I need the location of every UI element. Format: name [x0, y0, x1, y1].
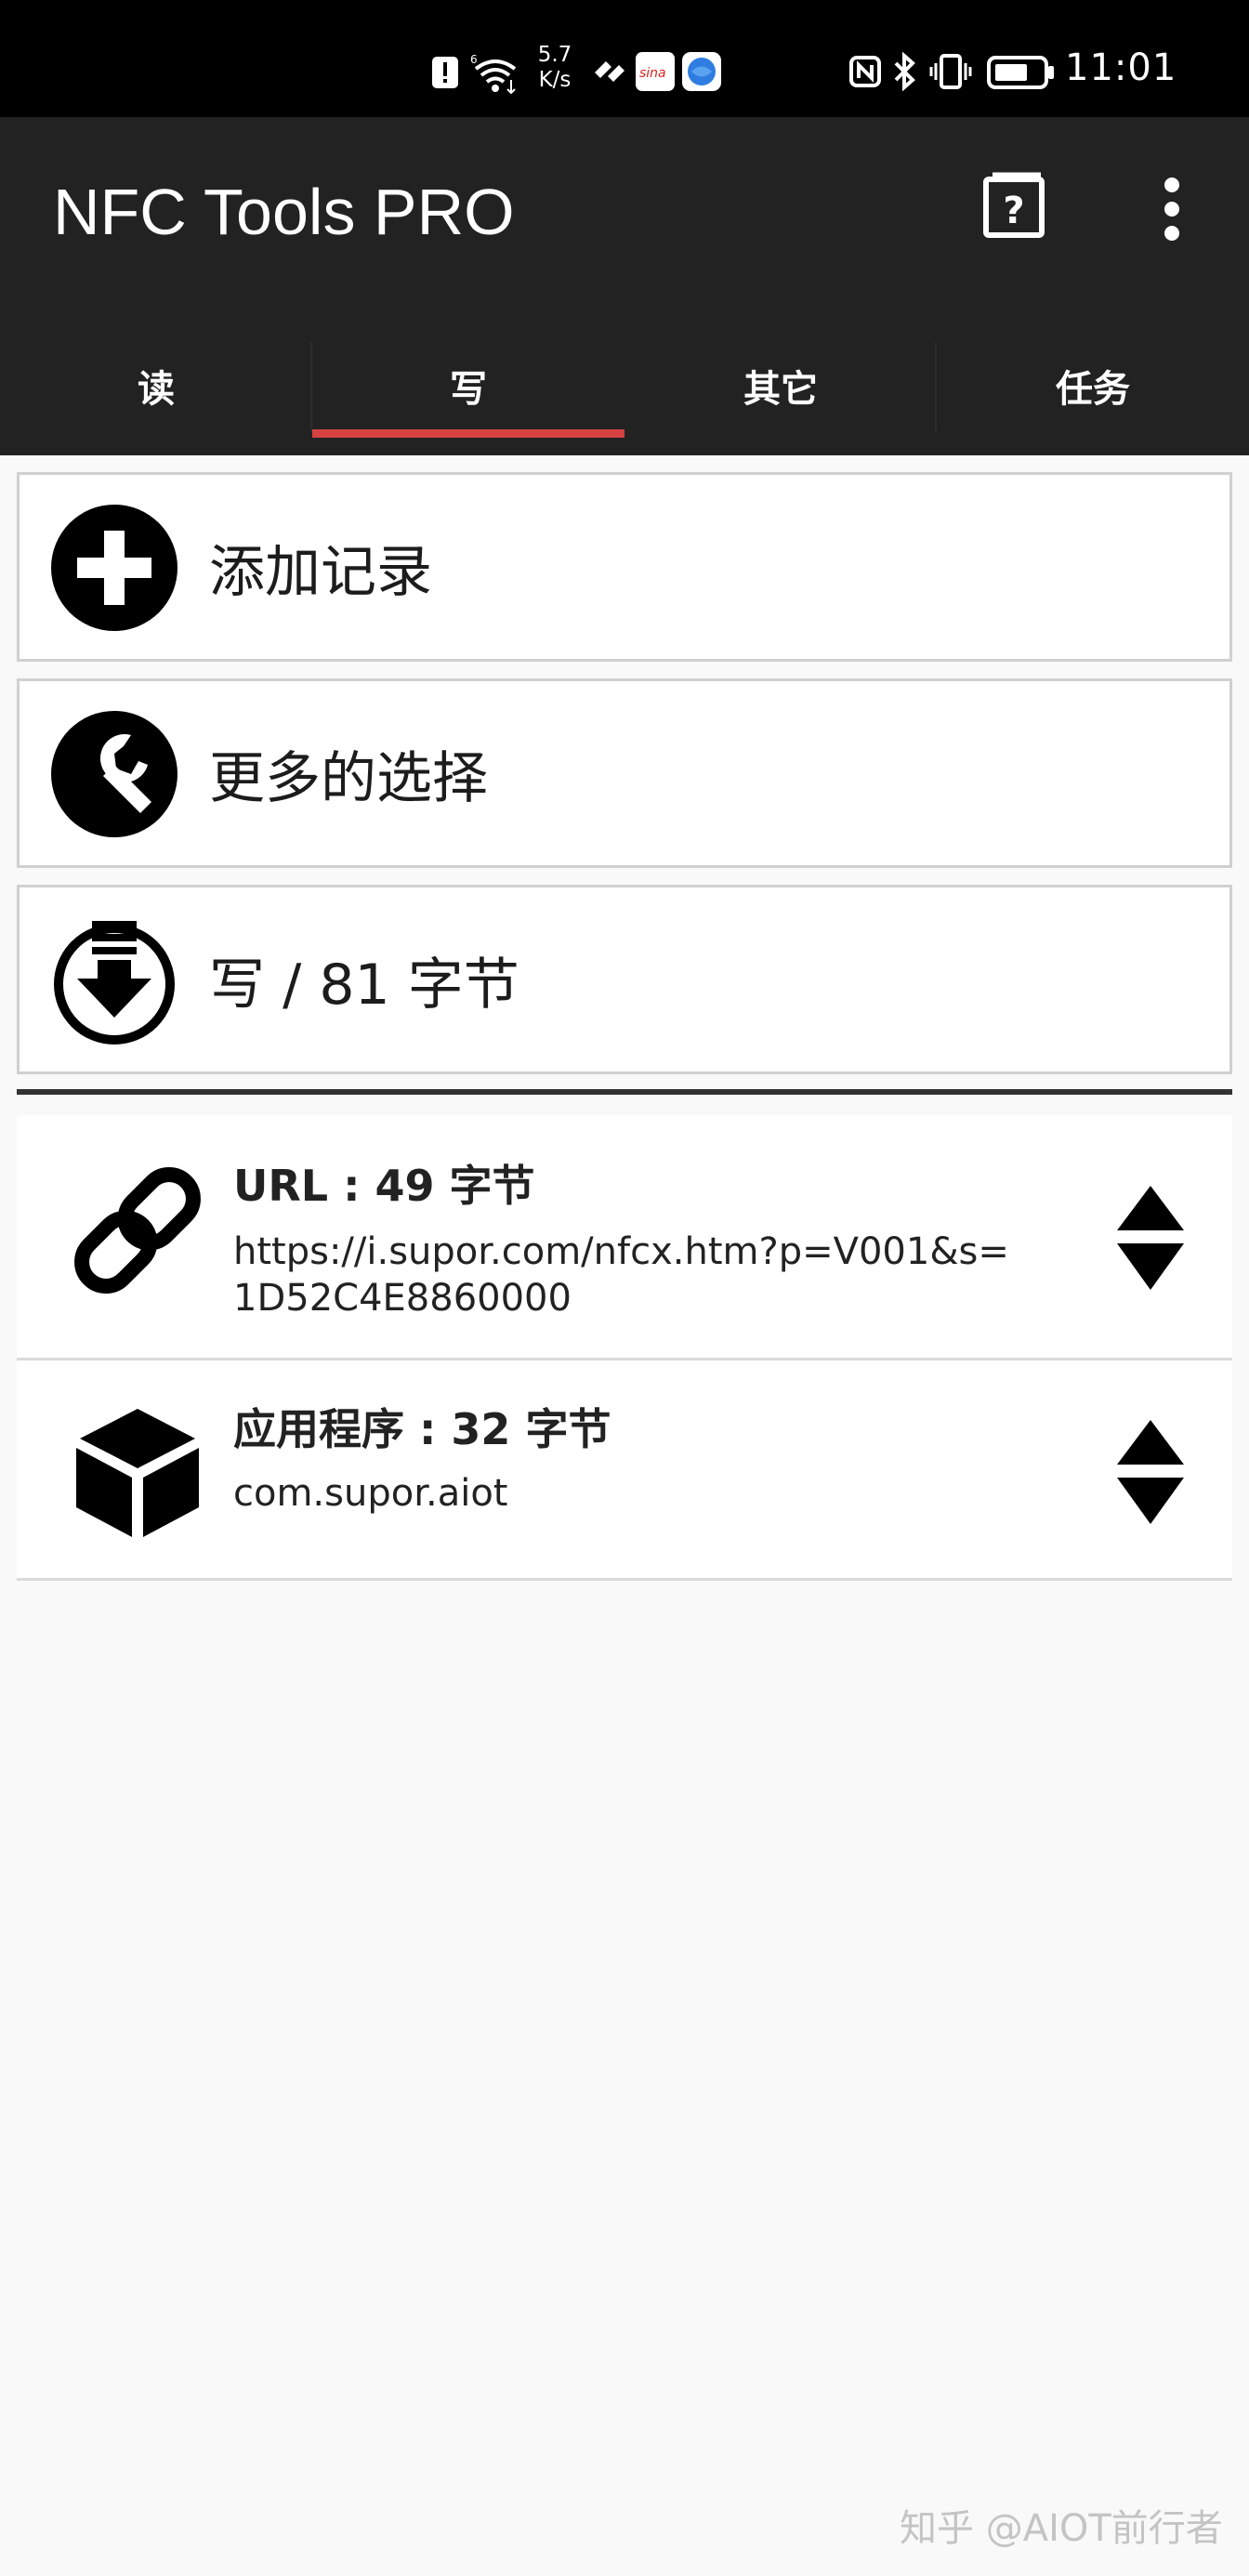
status-bar: 6 5.7 K/s sina 11:01 — [0, 0, 1249, 117]
tab-tasks[interactable]: 任务 — [937, 316, 1249, 455]
tab-label: 读 — [138, 368, 175, 411]
record-item-application[interactable]: 应用程序 : 32 字节 com.supor.aiot — [17, 1360, 1232, 1581]
svg-text:sina: sina — [639, 66, 666, 81]
add-circle-icon — [51, 505, 177, 631]
action-label: 添加记录 — [209, 539, 432, 605]
tab-read[interactable]: 读 — [0, 316, 312, 455]
action-label: 更多的选择 — [209, 745, 488, 811]
nfc-icon — [849, 56, 881, 87]
more-options-button[interactable]: 更多的选择 — [17, 678, 1232, 868]
browser-icon — [682, 52, 721, 91]
action-label: 写 / 81 字节 — [209, 952, 519, 1018]
app-bar: NFC Tools PRO ? — [0, 117, 1249, 316]
clock: 11:01 — [1065, 46, 1177, 89]
record-title: 应用程序 : 32 字节 — [233, 1404, 611, 1454]
battery-icon — [987, 56, 1054, 89]
tab-bar: 读 写 其它 任务 — [0, 316, 1249, 455]
app-title: NFC Tools PRO — [53, 176, 515, 248]
svg-text:6: 6 — [470, 53, 478, 66]
vibrate-icon — [929, 54, 972, 89]
record-value: com.supor.aiot — [233, 1472, 508, 1515]
wifi-icon: 6 — [470, 53, 517, 95]
write-button[interactable]: 写 / 81 字节 — [17, 885, 1232, 1074]
help-icon[interactable]: ? — [981, 171, 1050, 240]
record-item-url[interactable]: URL : 49 字节 https://i.supor.com/nfcx.htm… — [17, 1115, 1232, 1360]
more-vert-icon[interactable] — [1147, 177, 1197, 242]
tab-label: 其它 — [743, 368, 818, 411]
tab-active-indicator — [312, 429, 624, 438]
watermark: 知乎 @AIOT前行者 — [900, 2507, 1223, 2550]
section-divider — [17, 1089, 1232, 1095]
tab-write[interactable]: 写 — [312, 316, 624, 455]
network-speed: 5.7 K/s — [537, 43, 572, 92]
download-write-icon — [54, 921, 175, 1045]
add-record-button[interactable]: 添加记录 — [17, 472, 1232, 662]
record-title: URL : 49 字节 — [233, 1161, 535, 1211]
sina-icon: sina — [636, 52, 675, 91]
alert-icon — [432, 57, 458, 88]
record-value: https://i.supor.com/nfcx.htm?p=V001&s= 1… — [233, 1230, 1009, 1320]
package-cube-icon — [76, 1409, 199, 1537]
reorder-handle-icon[interactable] — [1113, 1418, 1188, 1526]
tab-other[interactable]: 其它 — [624, 316, 937, 455]
huawei-share-icon — [595, 61, 624, 82]
svg-text:?: ? — [1003, 190, 1024, 232]
bluetooth-icon — [894, 52, 915, 91]
link-icon — [74, 1167, 201, 1294]
tab-label: 任务 — [1056, 368, 1130, 411]
reorder-handle-icon[interactable] — [1113, 1184, 1188, 1292]
wrench-icon — [51, 711, 177, 837]
tab-label: 写 — [450, 368, 487, 411]
